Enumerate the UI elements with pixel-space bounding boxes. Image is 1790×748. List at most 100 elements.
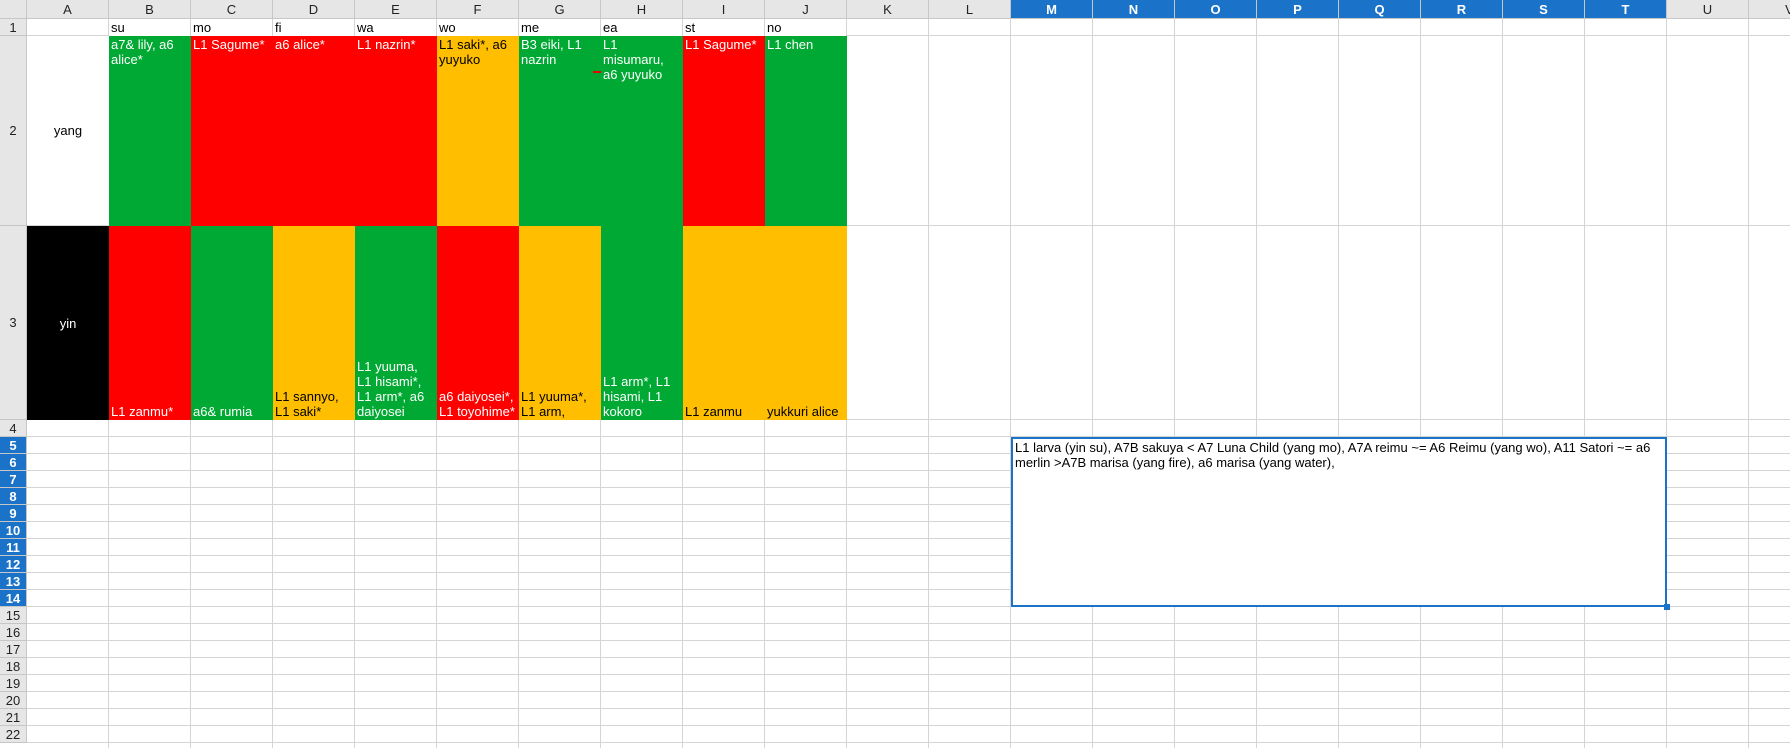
row-header-9[interactable]: 9 bbox=[0, 505, 27, 522]
gridline-horizontal bbox=[27, 657, 1790, 658]
cell-text: L1 Sagume* bbox=[685, 37, 757, 52]
column-header-h[interactable]: H bbox=[601, 0, 683, 19]
gridline-horizontal bbox=[27, 725, 1790, 726]
cell-yin[interactable]: a6 daiyosei*, L1 toyohime* bbox=[437, 226, 519, 420]
gridline-vertical bbox=[1256, 19, 1257, 748]
cell-text: L1 yuuma, L1 hisami*, L1 arm*, a6 daiyos… bbox=[357, 359, 425, 419]
column-header-d[interactable]: D bbox=[273, 0, 355, 19]
cell-yang[interactable]: L1 chen bbox=[765, 36, 847, 226]
cell-yang[interactable]: L1 Sagume* bbox=[683, 36, 765, 226]
row-header-2[interactable]: 2 bbox=[0, 36, 27, 226]
column-header-r[interactable]: R bbox=[1421, 0, 1503, 19]
column-header-f[interactable]: F bbox=[437, 0, 519, 19]
row-header-12[interactable]: 12 bbox=[0, 556, 27, 573]
row-header-17[interactable]: 17 bbox=[0, 641, 27, 658]
column-header-i[interactable]: I bbox=[683, 0, 765, 19]
cell-yin[interactable]: L1 zanmu bbox=[683, 226, 765, 420]
cell-yang[interactable]: a7& lily, a6 alice* bbox=[109, 36, 191, 226]
column-header-p[interactable]: P bbox=[1257, 0, 1339, 19]
cell-text: a6& rumia bbox=[193, 404, 253, 419]
row-header-22[interactable]: 22 bbox=[0, 726, 27, 743]
cell-yin[interactable]: L1 yuuma*, L1 arm, bbox=[519, 226, 601, 420]
row-label-yin[interactable]: yin bbox=[27, 226, 109, 420]
row-header-19[interactable]: 19 bbox=[0, 675, 27, 692]
row-header-10[interactable]: 10 bbox=[0, 522, 27, 539]
cell-yang[interactable]: B3 eiki, L1 nazrin bbox=[519, 36, 601, 226]
column-header-q[interactable]: Q bbox=[1339, 0, 1421, 19]
cell-header-label[interactable]: ea bbox=[601, 19, 683, 36]
cell-text: L1 misumaru, a6 yuyuko bbox=[603, 37, 664, 82]
gridline-vertical bbox=[1420, 19, 1421, 748]
column-header-l[interactable]: L bbox=[929, 0, 1011, 19]
gridline-horizontal bbox=[27, 742, 1790, 743]
cell-text: L1 nazrin* bbox=[357, 37, 416, 52]
merged-note-cell[interactable]: L1 larva (yin su), A7B sakuya < A7 Luna … bbox=[1011, 437, 1667, 607]
gridline-vertical bbox=[1502, 19, 1503, 748]
cell-yang[interactable]: a6 alice* bbox=[273, 36, 355, 226]
cell-header-label[interactable]: mo bbox=[191, 19, 273, 36]
column-header-g[interactable]: G bbox=[519, 0, 601, 19]
cell-text: L1 saki*, a6 yuyuko bbox=[439, 37, 507, 67]
row-header-15[interactable]: 15 bbox=[0, 607, 27, 624]
column-header-b[interactable]: B bbox=[109, 0, 191, 19]
cell-header-label[interactable]: me bbox=[519, 19, 601, 36]
cell-header-label[interactable]: fi bbox=[273, 19, 355, 36]
row-header-20[interactable]: 20 bbox=[0, 692, 27, 709]
fill-handle[interactable] bbox=[1664, 604, 1670, 610]
cell-header-label[interactable]: no bbox=[765, 19, 847, 36]
gridline-vertical bbox=[1174, 19, 1175, 748]
cell-yang[interactable]: L1 nazrin* bbox=[355, 36, 437, 226]
cell-yin[interactable]: a6& rumia bbox=[191, 226, 273, 420]
column-header-v[interactable]: V bbox=[1749, 0, 1790, 19]
row-header-1[interactable]: 1 bbox=[0, 19, 27, 36]
row-header-5[interactable]: 5 bbox=[0, 437, 27, 454]
cell-text: L1 sannyo, L1 saki* bbox=[275, 389, 339, 419]
row-header-14[interactable]: 14 bbox=[0, 590, 27, 607]
cell-header-label[interactable]: wo bbox=[437, 19, 519, 36]
cell-text: L1 yuuma*, L1 arm, bbox=[521, 389, 587, 419]
row-header-13[interactable]: 13 bbox=[0, 573, 27, 590]
cell-header-label[interactable]: st bbox=[683, 19, 765, 36]
column-header-a[interactable]: A bbox=[27, 0, 109, 19]
column-header-n[interactable]: N bbox=[1093, 0, 1175, 19]
row-header-11[interactable]: 11 bbox=[0, 539, 27, 556]
row-header-6[interactable]: 6 bbox=[0, 454, 27, 471]
cell-yin[interactable]: L1 yuuma, L1 hisami*, L1 arm*, a6 daiyos… bbox=[355, 226, 437, 420]
cell-text: a7& lily, a6 alice* bbox=[111, 37, 174, 67]
column-header-u[interactable]: U bbox=[1667, 0, 1749, 19]
gridline-vertical bbox=[1338, 19, 1339, 748]
row-header-21[interactable]: 21 bbox=[0, 709, 27, 726]
row-header-7[interactable]: 7 bbox=[0, 471, 27, 488]
column-header-t[interactable]: T bbox=[1585, 0, 1667, 19]
column-header-j[interactable]: J bbox=[765, 0, 847, 19]
gridline-vertical bbox=[1584, 19, 1585, 748]
cell-yang[interactable]: L1 Sagume* bbox=[191, 36, 273, 226]
cell-yin[interactable]: L1 arm*, L1 hisami, L1 kokoro bbox=[601, 226, 683, 420]
cell-yang[interactable]: L1 saki*, a6 yuyuko bbox=[437, 36, 519, 226]
gridline-horizontal bbox=[27, 708, 1790, 709]
cell-text: B3 eiki, L1 nazrin bbox=[521, 37, 582, 67]
cell-header-label[interactable]: su bbox=[109, 19, 191, 36]
cell-yin[interactable]: L1 zanmu* bbox=[109, 226, 191, 420]
cell-text: L1 chen bbox=[767, 37, 814, 52]
cell-yang[interactable]: L1 misumaru, a6 yuyuko bbox=[601, 36, 683, 226]
gridline-horizontal bbox=[27, 674, 1790, 675]
column-header-c[interactable]: C bbox=[191, 0, 273, 19]
row-header-4[interactable]: 4 bbox=[0, 420, 27, 437]
column-header-e[interactable]: E bbox=[355, 0, 437, 19]
row-header-3[interactable]: 3 bbox=[0, 226, 27, 420]
column-header-s[interactable]: S bbox=[1503, 0, 1585, 19]
row-header-16[interactable]: 16 bbox=[0, 624, 27, 641]
row-label-yang[interactable]: yang bbox=[27, 36, 109, 225]
select-all-corner[interactable] bbox=[0, 0, 27, 19]
cell-yin[interactable]: L1 sannyo, L1 saki* bbox=[273, 226, 355, 420]
spreadsheet-grid[interactable]: A B C D E F G H I J K L M N O P Q R S T U V 1 2 3 4 5 6 7 8 9 10 11 12 13 1… bbox=[0, 0, 1790, 748]
row-header-8[interactable]: 8 bbox=[0, 488, 27, 505]
column-header-k[interactable]: K bbox=[847, 0, 929, 19]
column-header-m[interactable]: M bbox=[1011, 0, 1093, 19]
row-header-18[interactable]: 18 bbox=[0, 658, 27, 675]
cell-header-label[interactable]: wa bbox=[355, 19, 437, 36]
cell-text: L1 zanmu bbox=[685, 404, 743, 419]
column-header-o[interactable]: O bbox=[1175, 0, 1257, 19]
cell-yin[interactable]: yukkuri alice bbox=[765, 226, 847, 420]
